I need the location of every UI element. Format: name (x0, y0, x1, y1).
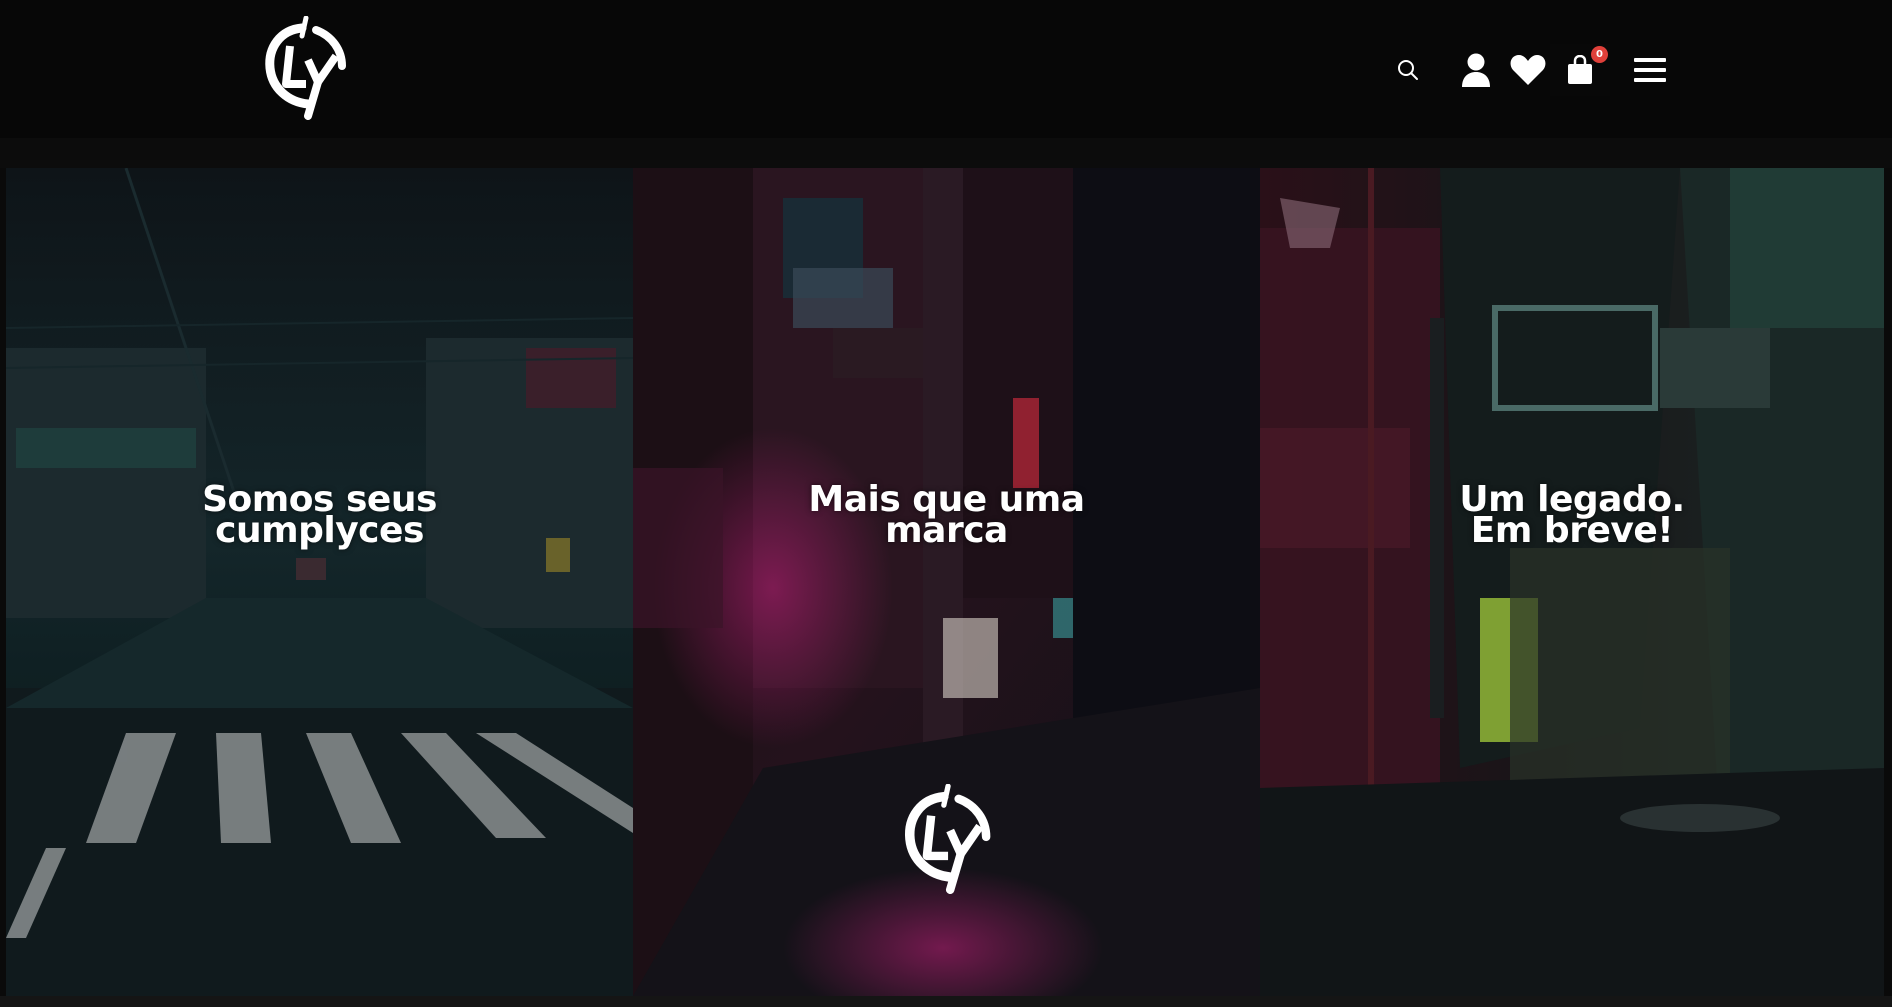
user-icon[interactable] (1454, 44, 1498, 96)
feature-panels: Somos seus cumplyces Mais que uma marca … (6, 168, 1884, 996)
panel-title: Somos seus cumplyces (202, 479, 437, 551)
page-bottom-edge (0, 996, 1892, 1007)
shopping-bag-icon (1568, 55, 1592, 84)
search-icon[interactable] (1388, 44, 1428, 96)
panel-um-legado-em-breve[interactable]: Um legado. Em breve! (1260, 168, 1884, 996)
cart-count-badge: 0 (1591, 46, 1608, 63)
bar-alley-image (1260, 168, 1884, 996)
brand-logo[interactable] (262, 15, 348, 120)
cart-button[interactable]: 0 (1550, 44, 1610, 96)
panel-mais-que-uma-marca[interactable]: Mais que uma marca (633, 168, 1260, 996)
header-spacer (0, 138, 1892, 168)
menu-icon[interactable] (1628, 44, 1672, 96)
panel-logo (901, 783, 993, 894)
panel-title: Mais que uma marca (808, 479, 1085, 551)
site-header: 0 (0, 0, 1892, 139)
street-night-image (6, 168, 633, 996)
heart-icon[interactable] (1506, 44, 1550, 96)
panel-somos-seus-cumplyces[interactable]: Somos seus cumplyces (6, 168, 633, 996)
panel-title: Um legado. Em breve! (1459, 479, 1685, 551)
